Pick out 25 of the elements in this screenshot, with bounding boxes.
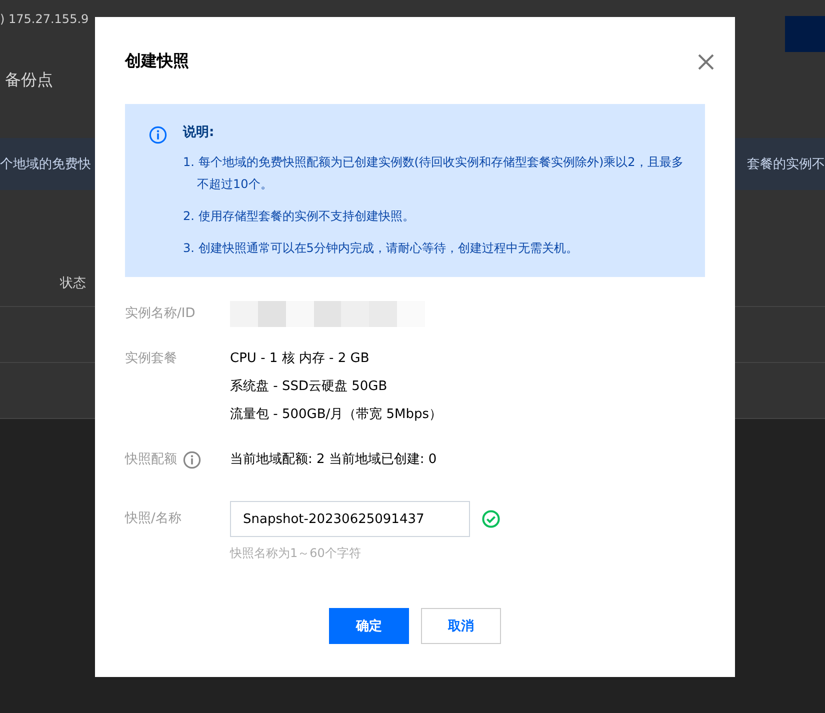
close-icon[interactable]: [698, 54, 714, 70]
notice-item: 1. 每个地域的免费快照配额为已创建实例数(待回收实例和存储型套餐实例除外)乘以2，且最多不超过10个。: [183, 154, 684, 193]
notice-heading: 说明:: [183, 124, 216, 141]
plan-detail: 流量包 - 500GB/月（带宽 5Mbps）: [230, 407, 442, 423]
dialog-title: 创建快照: [125, 51, 189, 72]
quota-value: 当前地域配额: 2 当前地域已创建: 0: [230, 451, 437, 469]
cancel-button[interactable]: 取消: [421, 608, 501, 644]
field-label: 实例套餐: [125, 351, 177, 367]
notice-text: 套餐的实例不: [747, 156, 825, 173]
hint-text: 快照名称为1～60个字符: [230, 545, 362, 562]
field-label: 快照配额: [125, 451, 177, 469]
column-header: 状态: [60, 275, 86, 292]
plan-detail: 系统盘 - SSD云硬盘 50GB: [230, 379, 388, 395]
notice-item: 2. 使用存储型套餐的实例不支持创建快照。: [183, 208, 416, 225]
ip-address: ) 175.27.155.9: [0, 12, 89, 26]
snapshot-name-input[interactable]: Snapshot-20230625091437: [230, 501, 470, 537]
info-icon: [183, 451, 201, 469]
notice-text: 个地域的免费快: [0, 156, 91, 173]
confirm-button[interactable]: 确定: [329, 608, 409, 644]
field-label: 快照/名称: [125, 510, 182, 528]
plan-detail: CPU - 1 核 内存 - 2 GB: [230, 351, 370, 367]
field-label: 实例名称/ID: [125, 305, 196, 323]
section-title: 备份点: [5, 70, 53, 89]
info-icon: [149, 126, 167, 144]
notice-item: 3. 创建快照通常可以在5分钟内完成，请耐心等待，创建过程中无需关机。: [183, 240, 579, 257]
